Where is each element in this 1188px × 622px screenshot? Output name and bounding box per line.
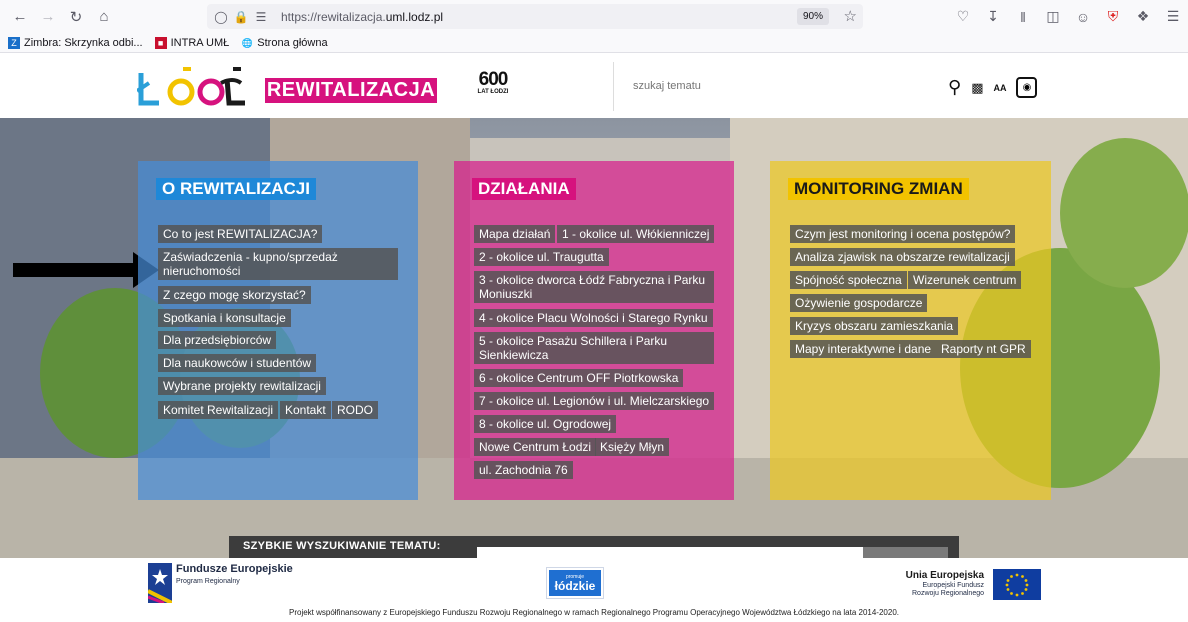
permissions-icon[interactable]: ☰ bbox=[251, 10, 271, 24]
link-obszar-8[interactable]: 8 - okolice ul. Ogrodowej bbox=[474, 415, 617, 433]
rewitalizacja-badge[interactable]: REWITALIZACJA bbox=[265, 78, 437, 103]
zoom-indicator[interactable]: 90% bbox=[796, 8, 829, 25]
link-ozywienie[interactable]: Ożywienie gospodarcze bbox=[790, 294, 928, 312]
lodz-logo[interactable] bbox=[135, 63, 249, 114]
bookmark-home[interactable]: 🌐 Strona główna bbox=[241, 37, 328, 49]
lodzkie-logo[interactable]: promuje łódzkie bbox=[546, 567, 604, 599]
panel-title[interactable]: DZIAŁANIA bbox=[472, 178, 576, 200]
fundusze-europejskie-logo[interactable]: Fundusze Europejskie Program Regionalny bbox=[148, 563, 293, 603]
lock-icon[interactable]: 🔒 bbox=[231, 10, 251, 24]
bookmark-zimbra[interactable]: Z Zimbra: Skrzynka odbi... bbox=[8, 36, 143, 49]
home-button[interactable]: ⌂ bbox=[90, 3, 118, 31]
link-obszar-5[interactable]: 5 - okolice Pasażu Schillera i Parku Sie… bbox=[474, 332, 714, 364]
link-naukowcy[interactable]: Dla naukowców i studentów bbox=[158, 354, 317, 372]
globe-icon: 🌐 bbox=[241, 37, 253, 48]
menu-icon[interactable]: ☰ bbox=[1160, 8, 1186, 25]
link-zaswiadczenia[interactable]: Zaświadczenia - kupno/sprzedaż nieruchom… bbox=[158, 248, 398, 280]
link-obszar-3[interactable]: 3 - okolice dworca Łódź Fabryczna i Park… bbox=[474, 271, 714, 303]
downloads-icon[interactable]: ↧ bbox=[980, 8, 1006, 25]
site-search-input[interactable] bbox=[633, 80, 913, 92]
panel-title[interactable]: MONITORING ZMIAN bbox=[788, 178, 969, 200]
link-projekty[interactable]: Wybrane projekty rewitalizacji bbox=[158, 377, 326, 395]
link-kontakt[interactable]: Kontakt bbox=[280, 401, 331, 419]
link-przedsiebiorcy[interactable]: Dla przedsiębiorców bbox=[158, 331, 277, 349]
library-icon[interactable]: ‖ bbox=[1010, 9, 1036, 25]
link-analiza-zjawisk[interactable]: Analiza zjawisk na obszarze rewitalizacj… bbox=[790, 248, 1015, 266]
link-obszar-6[interactable]: 6 - okolice Centrum OFF Piotrkowska bbox=[474, 369, 684, 387]
panel-title[interactable]: O REWITALIZACJI bbox=[156, 178, 316, 200]
quick-search-label: SZYBKIE WYSZUKIWANIE TEMATU: bbox=[243, 540, 441, 552]
site-header: REWITALIZACJA 600 LAT ŁODZI ⚲ ▩ AA ◉ bbox=[0, 53, 1188, 118]
anniversary-logo[interactable]: 600 LAT ŁODZI bbox=[470, 70, 516, 102]
link-nowe-centrum[interactable]: Nowe Centrum Łodzi bbox=[474, 438, 597, 456]
cofinancing-note: Projekt współfinansowany z Europejskiego… bbox=[289, 608, 899, 617]
link-obszar-2[interactable]: 2 - okolice ul. Traugutta bbox=[474, 248, 609, 266]
back-button[interactable]: ← bbox=[6, 3, 34, 31]
reload-button[interactable]: ↻ bbox=[62, 3, 90, 31]
eu-flag-icon[interactable] bbox=[993, 569, 1041, 600]
quick-search-button[interactable] bbox=[863, 547, 948, 558]
link-rodo[interactable]: RODO bbox=[332, 401, 378, 419]
link-komitet[interactable]: Komitet Rewitalizacji bbox=[158, 401, 279, 419]
link-raporty[interactable]: Raporty nt GPR bbox=[936, 340, 1031, 358]
ue-text: Unia Europejska Europejski Fundusz Rozwo… bbox=[905, 570, 984, 597]
link-spotkania[interactable]: Spotkania i konsultacje bbox=[158, 309, 291, 327]
link-obszar-4[interactable]: 4 - okolice Placu Wolności i Starego Ryn… bbox=[474, 309, 713, 327]
link-obszar-7[interactable]: 7 - okolice ul. Legionów i ul. Mielczars… bbox=[474, 392, 715, 410]
bookmark-intra[interactable]: ■ INTRA UMŁ bbox=[154, 36, 229, 49]
fe-star-icon bbox=[148, 563, 172, 603]
link-zachodnia[interactable]: ul. Zachodnia 76 bbox=[474, 461, 573, 479]
search-icon[interactable]: ⚲ bbox=[948, 77, 961, 98]
shield-icon[interactable]: ◯ bbox=[211, 10, 231, 24]
hero-section: O REWITALIZACJI Co to jest REWITALIZACJA… bbox=[0, 118, 1188, 558]
tree bbox=[1060, 138, 1188, 288]
contrast-icon[interactable]: ▩ bbox=[971, 80, 983, 96]
link-czym-jest-monitoring[interactable]: Czym jest monitoring i ocena postępów? bbox=[790, 225, 1016, 243]
link-mapa-dzialan[interactable]: Mapa działań bbox=[474, 225, 556, 243]
forward-button[interactable]: → bbox=[34, 3, 62, 31]
browser-toolbar: ← → ↻ ⌂ ◯ 🔒 ☰ https://rewitalizacja.uml.… bbox=[0, 0, 1188, 33]
panel-monitoring: MONITORING ZMIAN Czym jest monitoring i … bbox=[770, 161, 1051, 500]
panel-dzialania: DZIAŁANIA Mapa działań 1 - okolice ul. W… bbox=[454, 161, 734, 500]
link-wizerunek[interactable]: Wizerunek centrum bbox=[908, 271, 1022, 289]
accessibility-eye-icon[interactable]: ◉ bbox=[1016, 77, 1038, 98]
link-mapy-interaktywne[interactable]: Mapy interaktywne i dane bbox=[790, 340, 937, 358]
link-ksiezy-mlyn[interactable]: Księży Młyn bbox=[595, 438, 670, 456]
sidebar-icon[interactable]: ◫ bbox=[1040, 8, 1066, 25]
link-co-to-jest[interactable]: Co to jest REWITALIZACJA? bbox=[158, 225, 323, 243]
link-obszar-1[interactable]: 1 - okolice ul. Włókienniczej bbox=[557, 225, 715, 243]
quick-search-bar: SZYBKIE WYSZUKIWANIE TEMATU: bbox=[229, 536, 959, 558]
bookmarks-bar: Z Zimbra: Skrzynka odbi... ■ INTRA UMŁ 🌐… bbox=[0, 33, 1188, 53]
intra-icon: ■ bbox=[154, 36, 167, 49]
zimbra-icon: Z bbox=[8, 36, 20, 49]
extensions-icon[interactable]: ❖ bbox=[1130, 8, 1156, 25]
link-spojnosc[interactable]: Spójność społeczna bbox=[790, 271, 907, 289]
shield-extension-icon[interactable]: ⛨ bbox=[1100, 8, 1126, 25]
link-kryzys[interactable]: Kryzys obszaru zamieszkania bbox=[790, 317, 959, 335]
pocket-icon[interactable]: ♡ bbox=[950, 8, 976, 25]
font-size-button[interactable]: AA bbox=[993, 83, 1006, 93]
panel-o-rewitalizacji: O REWITALIZACJI Co to jest REWITALIZACJA… bbox=[138, 161, 418, 500]
quick-search-input[interactable] bbox=[477, 547, 863, 558]
url-text[interactable]: https://rewitalizacja.uml.lodz.pl bbox=[281, 10, 443, 24]
bookmark-star-icon[interactable]: ☆ bbox=[844, 7, 857, 25]
header-divider bbox=[613, 62, 614, 111]
footer: Fundusze Europejskie Program Regionalny … bbox=[0, 558, 1188, 622]
url-bar[interactable]: ◯ 🔒 ☰ https://rewitalizacja.uml.lodz.pl … bbox=[207, 4, 863, 29]
account-icon[interactable]: ☺ bbox=[1070, 9, 1096, 25]
link-z-czego-moge[interactable]: Z czego mogę skorzystać? bbox=[158, 286, 311, 304]
